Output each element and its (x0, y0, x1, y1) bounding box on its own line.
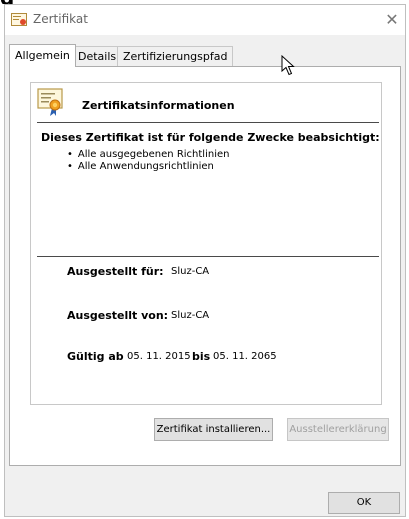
certificate-icon (11, 13, 27, 26)
valid-to-label: bis (192, 350, 211, 363)
tab-details[interactable]: Details (72, 46, 123, 66)
close-icon: ✕ (385, 10, 399, 29)
valid-to-value: 05. 11. 2065 (213, 351, 277, 362)
ok-button[interactable]: OK (328, 492, 400, 514)
tab-label: Details (78, 50, 117, 63)
mouse-cursor-icon (281, 55, 295, 76)
button-label: Zertifikat installieren... (156, 424, 271, 435)
close-button[interactable]: ✕ (382, 10, 402, 30)
issued-to-value: Sluz-CA (171, 266, 210, 277)
install-certificate-button[interactable]: Zertifikat installieren... (154, 418, 273, 441)
list-item: Alle Anwendungsrichtlinien (67, 161, 229, 173)
issued-by-label: Ausgestellt von: (67, 309, 169, 322)
button-label: OK (356, 497, 372, 508)
purpose-heading: Dieses Zertifikat ist für folgende Zweck… (41, 131, 380, 144)
valid-from-label: Gültig ab (67, 350, 124, 363)
valid-from-value: 05. 11. 2015 (127, 351, 191, 362)
issued-by-value: Sluz-CA (171, 310, 210, 321)
list-item: Alle ausgegebenen Richtlinien (67, 149, 230, 161)
certificate-icon (37, 88, 63, 116)
tab-label: Allgemein (15, 49, 70, 62)
info-heading: Zertifikatsinformationen (82, 99, 235, 112)
issuer-statement-button[interactable]: Ausstellererklärung (287, 418, 389, 441)
purpose-list: Alle ausgegebenen Richtlinien Alle Anwen… (67, 149, 230, 173)
issued-to-label: Ausgestellt für: (67, 265, 164, 278)
tab-zertifizierungspfad[interactable]: Zertifizierungspfad (117, 46, 234, 66)
tab-allgemein[interactable]: Allgemein (9, 44, 76, 67)
divider (37, 256, 379, 257)
window-title: Zertifikat (33, 12, 88, 26)
tab-label: Zertifizierungspfad (123, 50, 228, 63)
divider (37, 122, 379, 123)
button-label: Ausstellererklärung (289, 424, 387, 435)
